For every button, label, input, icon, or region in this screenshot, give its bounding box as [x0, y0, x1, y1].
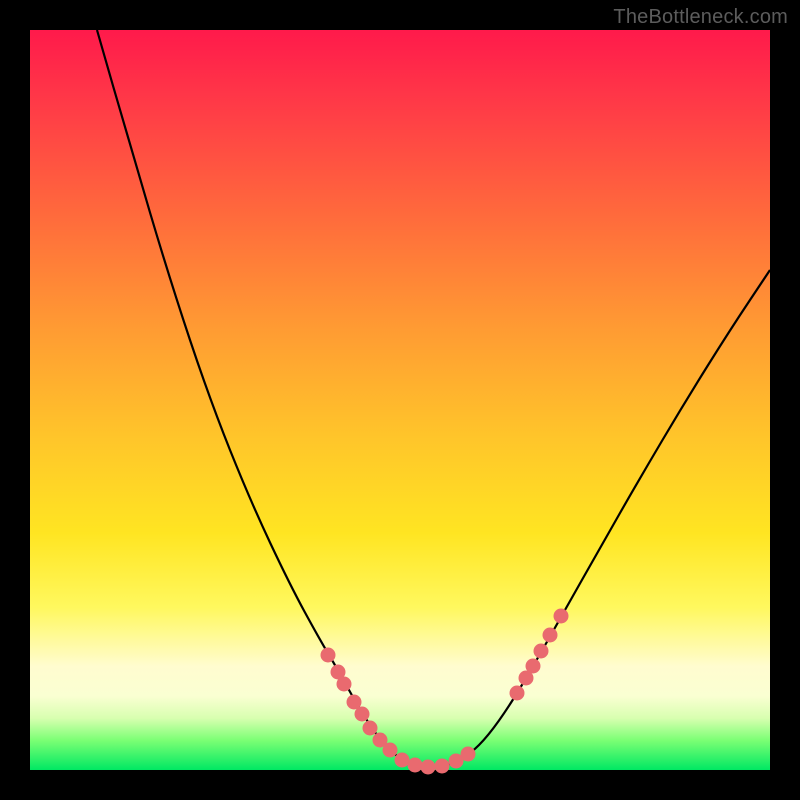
data-point — [321, 648, 336, 663]
curve-svg — [30, 30, 770, 770]
chart-frame: TheBottleneck.com — [0, 0, 800, 800]
data-point — [435, 759, 450, 774]
data-point — [355, 707, 370, 722]
data-point — [408, 758, 423, 773]
data-point — [421, 760, 436, 775]
data-point — [461, 747, 476, 762]
data-point — [383, 743, 398, 758]
data-point — [395, 753, 410, 768]
bottleneck-curve — [97, 30, 770, 767]
data-point — [510, 686, 525, 701]
data-point — [337, 677, 352, 692]
data-point — [534, 644, 549, 659]
scatter-right-cluster — [510, 609, 569, 701]
data-point — [526, 659, 541, 674]
plot-area — [30, 30, 770, 770]
scatter-left-cluster — [321, 648, 476, 775]
data-point — [543, 628, 558, 643]
data-point — [363, 721, 378, 736]
watermark-text: TheBottleneck.com — [613, 6, 788, 29]
data-point — [554, 609, 569, 624]
